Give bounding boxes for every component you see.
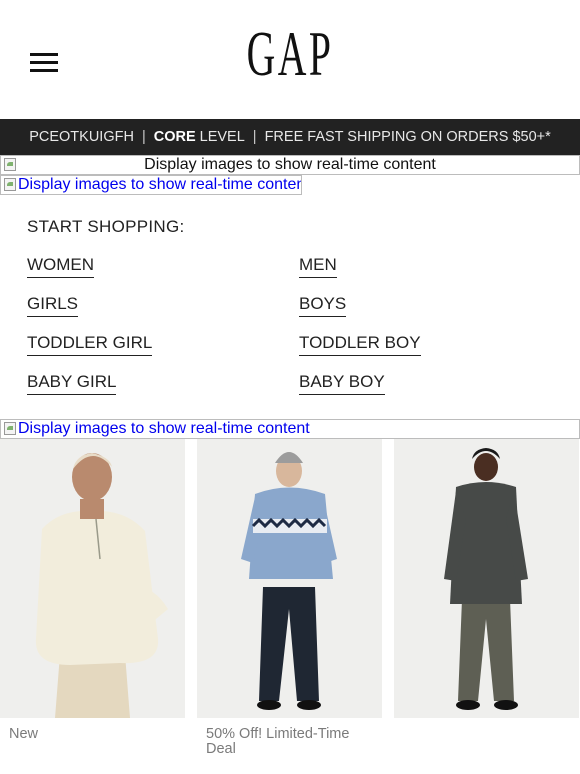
product-row: New 50% Off! Limited-Time Deal: [0, 439, 580, 757]
start-shopping-title: START SHOPPING:: [27, 217, 185, 236]
image-placeholder-link[interactable]: Display images to show real-time content: [0, 419, 580, 439]
loyalty-level-suffix: LEVEL: [199, 129, 245, 145]
product-card[interactable]: New: [0, 439, 185, 757]
broken-image-icon: [3, 157, 17, 171]
product-caption: New: [9, 726, 39, 742]
category-link-toddler-boy[interactable]: TODDLER BOY: [299, 333, 421, 356]
broken-image-icon: [3, 421, 17, 435]
product-card[interactable]: 50% Off! Limited-Time Deal: [197, 439, 382, 757]
image-placeholder-text[interactable]: Display images to show real-time content: [18, 420, 310, 437]
product-caption: [394, 718, 579, 727]
category-link-baby-boy[interactable]: BABY BOY: [299, 372, 385, 395]
category-link-baby-girl[interactable]: BABY GIRL: [27, 372, 117, 395]
category-link-girls[interactable]: GIRLS: [27, 294, 79, 317]
category-link-women[interactable]: WOMEN: [27, 255, 95, 278]
product-photo-fairisle-sweater[interactable]: [197, 439, 382, 718]
image-placeholder-text[interactable]: Display images to show real-time content: [18, 176, 301, 193]
banner-separator: |: [252, 129, 257, 145]
banner-separator: |: [141, 129, 146, 145]
start-shopping-section: START SHOPPING: WOMEN MEN GIRLS BOYS TOD…: [0, 195, 580, 419]
header: GAP: [0, 0, 580, 119]
shipping-offer: FREE FAST SHIPPING ON ORDERS $50+*: [264, 129, 551, 145]
loyalty-level-name: CORE: [153, 129, 196, 145]
category-link-men[interactable]: MEN: [299, 255, 337, 278]
gap-logo[interactable]: GAP: [247, 22, 334, 86]
product-photo-cream-sweater[interactable]: [0, 439, 185, 718]
category-link-toddler-girl[interactable]: TODDLER GIRL: [27, 333, 153, 356]
hamburger-menu-icon[interactable]: [30, 53, 58, 73]
product-photo-grey-cardigan[interactable]: [394, 439, 579, 718]
loyalty-banner: PCEOTKUIGFH | CORE LEVEL | FREE FAST SHIP…: [0, 119, 580, 155]
image-placeholder-link[interactable]: Display images to show real-time content: [0, 175, 302, 195]
image-placeholder-text: Display images to show real-time content: [144, 156, 436, 173]
product-caption: 50% Off! Limited-Time Deal: [206, 726, 350, 757]
product-card[interactable]: [394, 439, 579, 757]
customer-id: PCEOTKUIGFH: [29, 129, 134, 145]
image-placeholder: Display images to show real-time content: [0, 155, 580, 175]
category-links: WOMEN MEN GIRLS BOYS TODDLER GIRL TODDLE…: [27, 255, 580, 395]
category-link-boys[interactable]: BOYS: [299, 294, 347, 317]
broken-image-icon: [3, 177, 17, 191]
